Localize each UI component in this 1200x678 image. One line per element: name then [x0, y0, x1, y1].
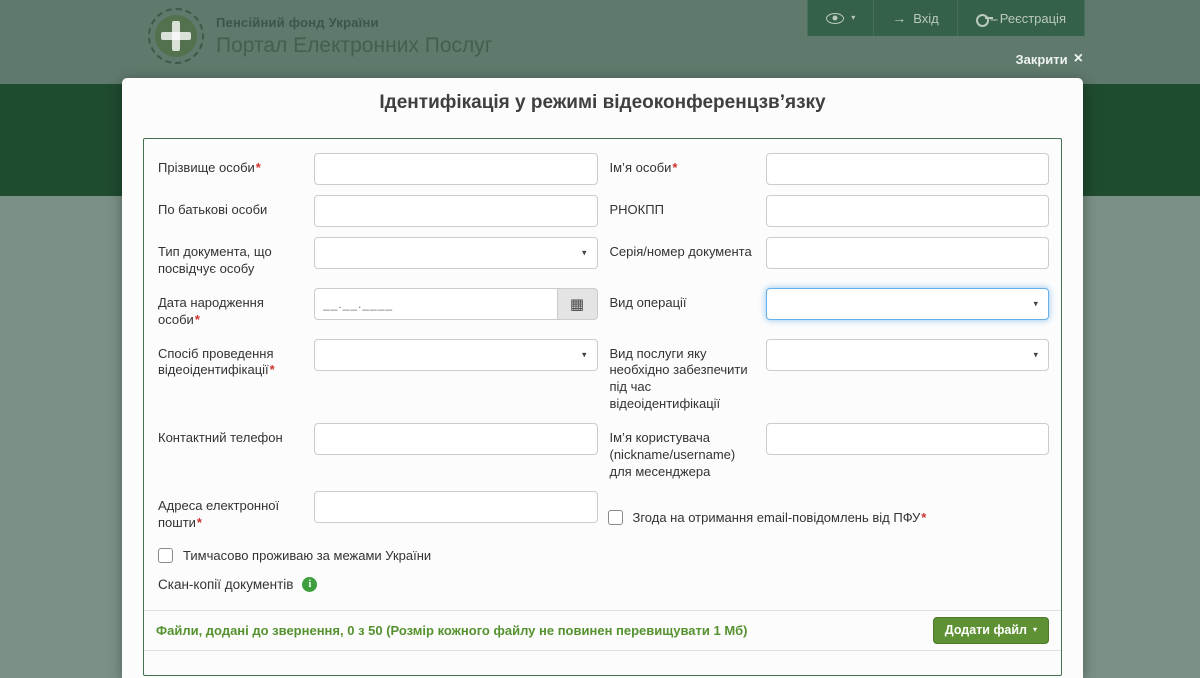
- doc-type-label: Тип документа, що посвідчує особу: [158, 244, 272, 276]
- form-row: По батькові особи РНОКПП: [156, 195, 1049, 227]
- site-header: Пенсійний фонд України Портал Електронни…: [0, 0, 1200, 84]
- form-row: Дата народження особи* ▦ Вид операції ▾: [156, 287, 1049, 329]
- close-icon: ×: [1073, 50, 1083, 67]
- email-consent-checkbox[interactable]: [607, 509, 623, 525]
- form-row: Спосіб проведення відеоідентифікації* ▾ …: [156, 338, 1049, 414]
- phone-input[interactable]: [314, 423, 598, 456]
- required-mark: *: [194, 311, 200, 327]
- abroad-label[interactable]: Тимчасово проживаю за межами України: [183, 548, 431, 563]
- key-icon: [975, 13, 993, 27]
- sign-in-icon: →: [892, 10, 907, 26]
- org-name: Пенсійний фонд України: [216, 14, 379, 30]
- eye-icon: [826, 12, 845, 24]
- required-mark: *: [196, 514, 202, 530]
- brand: Пенсійний фонд України Портал Електронни…: [148, 8, 492, 64]
- required-mark: *: [921, 509, 927, 525]
- add-file-label: Додати файл: [944, 623, 1027, 638]
- messenger-label: Ім’я користувача (nickname/username) для…: [609, 430, 736, 479]
- email-label: Адреса електронної пошти*: [158, 497, 280, 530]
- required-mark: *: [255, 160, 261, 175]
- method-label: Спосіб проведення відеоідентифікації*: [158, 345, 275, 378]
- scan-copies-row: Скан-копії документів i: [158, 576, 1049, 592]
- operation-label: Вид операції: [609, 294, 687, 310]
- calendar-button[interactable]: ▦: [557, 287, 598, 320]
- register-button[interactable]: Реєстрація: [958, 0, 1085, 36]
- files-empty-area: [156, 651, 1049, 675]
- files-section: Файли, додані до звернення, 0 з 50 (Розм…: [144, 609, 1061, 651]
- doc-number-input[interactable]: [765, 237, 1049, 269]
- required-mark: *: [269, 362, 275, 378]
- form-row: Контактний телефон Ім’я користувача (nic…: [156, 423, 1049, 481]
- login-label: Вхід: [913, 10, 939, 26]
- chevron-down-icon: ▾: [581, 349, 587, 360]
- caret-down-icon: ▾: [1032, 625, 1037, 635]
- form-row: Тип документа, що посвідчує особу ▾ Сері…: [156, 237, 1049, 278]
- operation-select[interactable]: ▾: [765, 287, 1049, 320]
- info-icon[interactable]: i: [302, 576, 318, 592]
- register-label: Реєстрація: [999, 10, 1066, 26]
- add-file-button[interactable]: Додати файл ▾: [932, 616, 1049, 644]
- accessibility-menu-button[interactable]: ▾: [807, 0, 875, 36]
- birth-date-group: ▦: [314, 287, 598, 320]
- abroad-row: Тимчасово проживаю за межами України: [158, 547, 1049, 563]
- caret-down-icon: ▾: [851, 13, 856, 22]
- email-consent-row: Згода на отримання email-повідомлень від…: [607, 491, 927, 532]
- identification-form: Прізвище особи* Ім’я особи* По батькові …: [143, 138, 1062, 676]
- files-info-text: Файли, додані до звернення, 0 з 50 (Розм…: [156, 622, 748, 638]
- name-input[interactable]: [765, 153, 1049, 185]
- form-row: Адреса електронної пошти* Згода на отрим…: [156, 490, 1049, 532]
- brand-text: Пенсійний фонд України Портал Електронни…: [216, 15, 492, 58]
- close-label: Закрити: [1015, 51, 1068, 67]
- chevron-down-icon: ▾: [581, 247, 587, 258]
- email-input[interactable]: [314, 490, 598, 523]
- email-consent-label[interactable]: Згода на отримання email-повідомлень від…: [633, 510, 927, 525]
- abroad-checkbox[interactable]: [158, 547, 173, 563]
- patronymic-input[interactable]: [314, 195, 598, 227]
- rnokpp-input[interactable]: [765, 195, 1049, 227]
- service-select[interactable]: ▾: [765, 338, 1049, 371]
- identification-modal: Ідентифікація у режимі відеоконференцзв’…: [122, 78, 1083, 678]
- required-mark: *: [672, 160, 678, 175]
- scan-copies-label: Скан-копії документів: [158, 576, 294, 592]
- doc-number-label: Серія/номер документа: [609, 244, 752, 259]
- login-button[interactable]: → Вхід: [874, 0, 958, 36]
- form-row: Прізвище особи* Ім’я особи*: [156, 153, 1049, 185]
- phone-label: Контактний телефон: [158, 430, 283, 446]
- patronymic-label: По батькові особи: [158, 202, 268, 217]
- portal-title: Портал Електронних Послуг: [216, 33, 493, 57]
- method-select[interactable]: ▾: [314, 338, 598, 371]
- messenger-input[interactable]: [765, 423, 1049, 456]
- modal-title: Ідентифікація у режимі відеоконференцзв’…: [379, 92, 826, 113]
- calendar-icon: ▦: [569, 295, 585, 313]
- service-label: Вид послуги яку необхідно забезпечити пі…: [609, 345, 748, 412]
- modal-close-button[interactable]: Закрити ×: [1015, 51, 1083, 67]
- pension-fund-logo-icon: [148, 8, 204, 64]
- rnokpp-label: РНОКПП: [609, 202, 664, 217]
- chevron-down-icon: ▾: [1033, 349, 1038, 360]
- surname-label: Прізвище особи*: [158, 160, 261, 175]
- logo-cross-icon: [155, 15, 197, 57]
- birth-date-label: Дата народження особи*: [158, 294, 264, 327]
- surname-input[interactable]: [314, 153, 598, 185]
- doc-type-select[interactable]: ▾: [314, 237, 598, 269]
- name-label: Ім’я особи*: [609, 160, 678, 175]
- topbar: ▾ → Вхід Реєстрація: [807, 0, 1085, 36]
- chevron-down-icon: ▾: [1033, 298, 1038, 309]
- birth-date-input[interactable]: [314, 287, 558, 320]
